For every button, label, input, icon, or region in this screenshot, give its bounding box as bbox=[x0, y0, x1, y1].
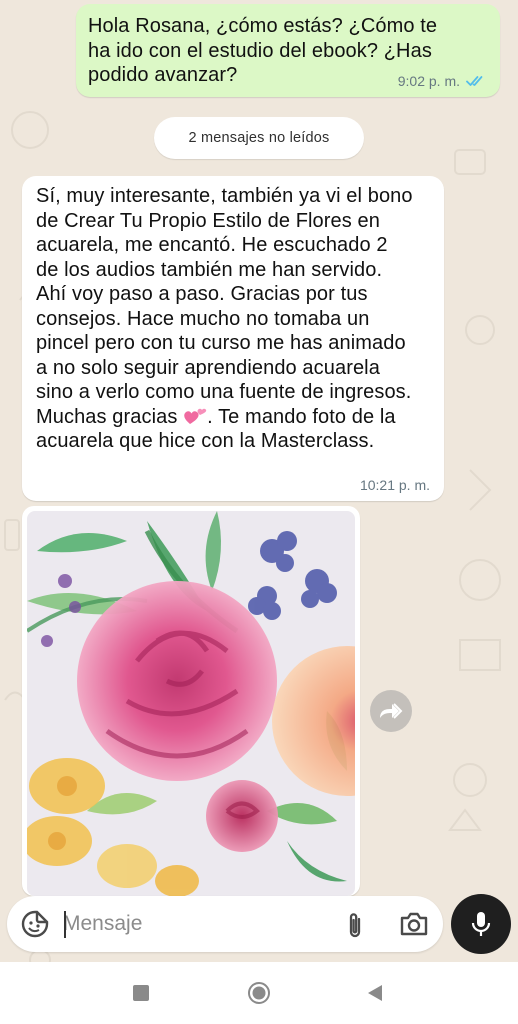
two-hearts-icon bbox=[184, 408, 207, 424]
outgoing-message-meta: 9:02 p. m. bbox=[398, 73, 486, 89]
square-icon[interactable] bbox=[133, 985, 149, 1001]
watercolor-flowers-photo[interactable] bbox=[27, 511, 355, 896]
incoming-text-part1: Sí, muy interesante, también ya vi el bo… bbox=[36, 185, 413, 428]
image-message[interactable] bbox=[22, 506, 360, 896]
mic-icon bbox=[471, 912, 491, 936]
forward-button[interactable] bbox=[370, 690, 412, 732]
paperclip-icon[interactable] bbox=[343, 910, 367, 940]
incoming-message[interactable]: Sí, muy interesante, también ya vi el bo… bbox=[22, 176, 444, 501]
outgoing-message-time: 9:02 p. m. bbox=[397, 73, 460, 89]
camera-icon[interactable] bbox=[399, 911, 429, 937]
message-composer bbox=[7, 896, 443, 952]
text-caret bbox=[64, 911, 66, 938]
incoming-message-time: 10:21 p. m. bbox=[359, 477, 430, 493]
incoming-message-meta: 10:21 p. m. bbox=[360, 477, 430, 493]
message-input[interactable] bbox=[63, 906, 323, 942]
system-navigation-bar bbox=[0, 962, 518, 1024]
watercolor-painting-image bbox=[27, 511, 355, 896]
incoming-message-text: Sí, muy interesante, también ya vi el bo… bbox=[36, 184, 436, 454]
forward-icon bbox=[380, 703, 403, 719]
double-check-read-icon bbox=[466, 76, 483, 86]
outgoing-message[interactable]: Hola Rosana, ¿cómo estás? ¿Cómo te ha id… bbox=[76, 4, 500, 97]
sticker-icon[interactable] bbox=[21, 910, 49, 938]
triangle-back-icon[interactable] bbox=[366, 983, 384, 1003]
unread-messages-divider: 2 mensajes no leídos bbox=[154, 117, 364, 159]
circle-icon[interactable] bbox=[247, 981, 271, 1005]
mic-button[interactable] bbox=[451, 894, 511, 954]
